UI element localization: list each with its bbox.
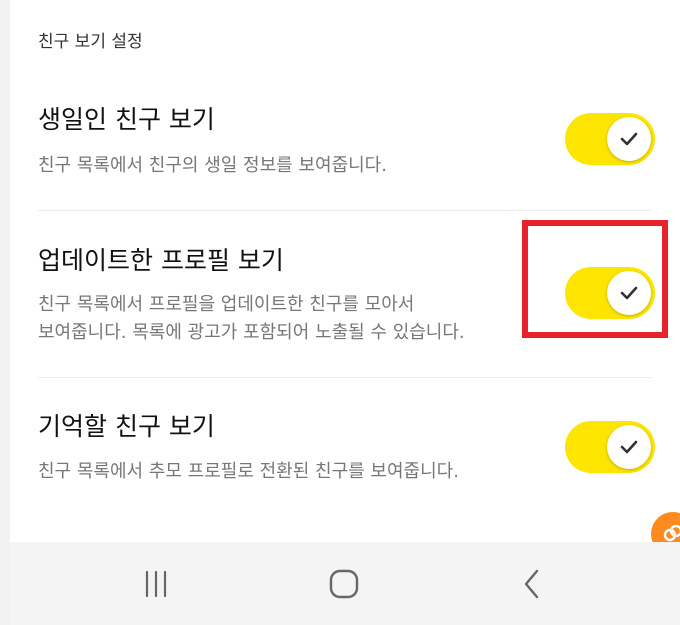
setting-description: 친구 목록에서 친구의 생일 정보를 보여줍니다. [38,155,387,176]
home-icon [329,569,359,599]
system-navigation-bar [10,542,680,625]
back-button[interactable] [493,542,573,625]
setting-title: 업데이트한 프로필 보기 [38,246,284,275]
left-edge [0,0,10,625]
setting-description: 친구 목록에서 추모 프로필로 전환된 친구를 보여줍니다. [38,461,459,482]
setting-title: 생일인 친구 보기 [38,105,215,134]
recent-apps-button[interactable] [116,542,196,625]
settings-screen: 친구 보기 설정 생일인 친구 보기 친구 목록에서 친구의 생일 정보를 보여… [0,0,680,625]
section-header: 친구 보기 설정 [38,32,143,52]
updated-profile-toggle[interactable] [565,267,655,319]
setting-description: 친구 목록에서 프로필을 업데이트한 친구를 모아서 [38,294,415,315]
divider [38,377,652,378]
divider [38,210,652,211]
setting-title: 기억할 친구 보기 [38,412,215,441]
check-icon [620,286,638,300]
toggle-knob [607,425,651,469]
back-icon [524,569,539,599]
setting-description-line2: 보여줍니다. 목록에 광고가 포함되어 노출될 수 있습니다. [38,322,465,343]
birthday-friends-toggle[interactable] [565,113,655,165]
check-icon [620,440,638,454]
toggle-knob [607,271,651,315]
home-button[interactable] [304,542,384,625]
memorial-friends-toggle[interactable] [565,421,655,473]
check-icon [620,132,638,146]
toggle-knob [607,117,651,161]
recent-apps-icon [145,570,167,598]
